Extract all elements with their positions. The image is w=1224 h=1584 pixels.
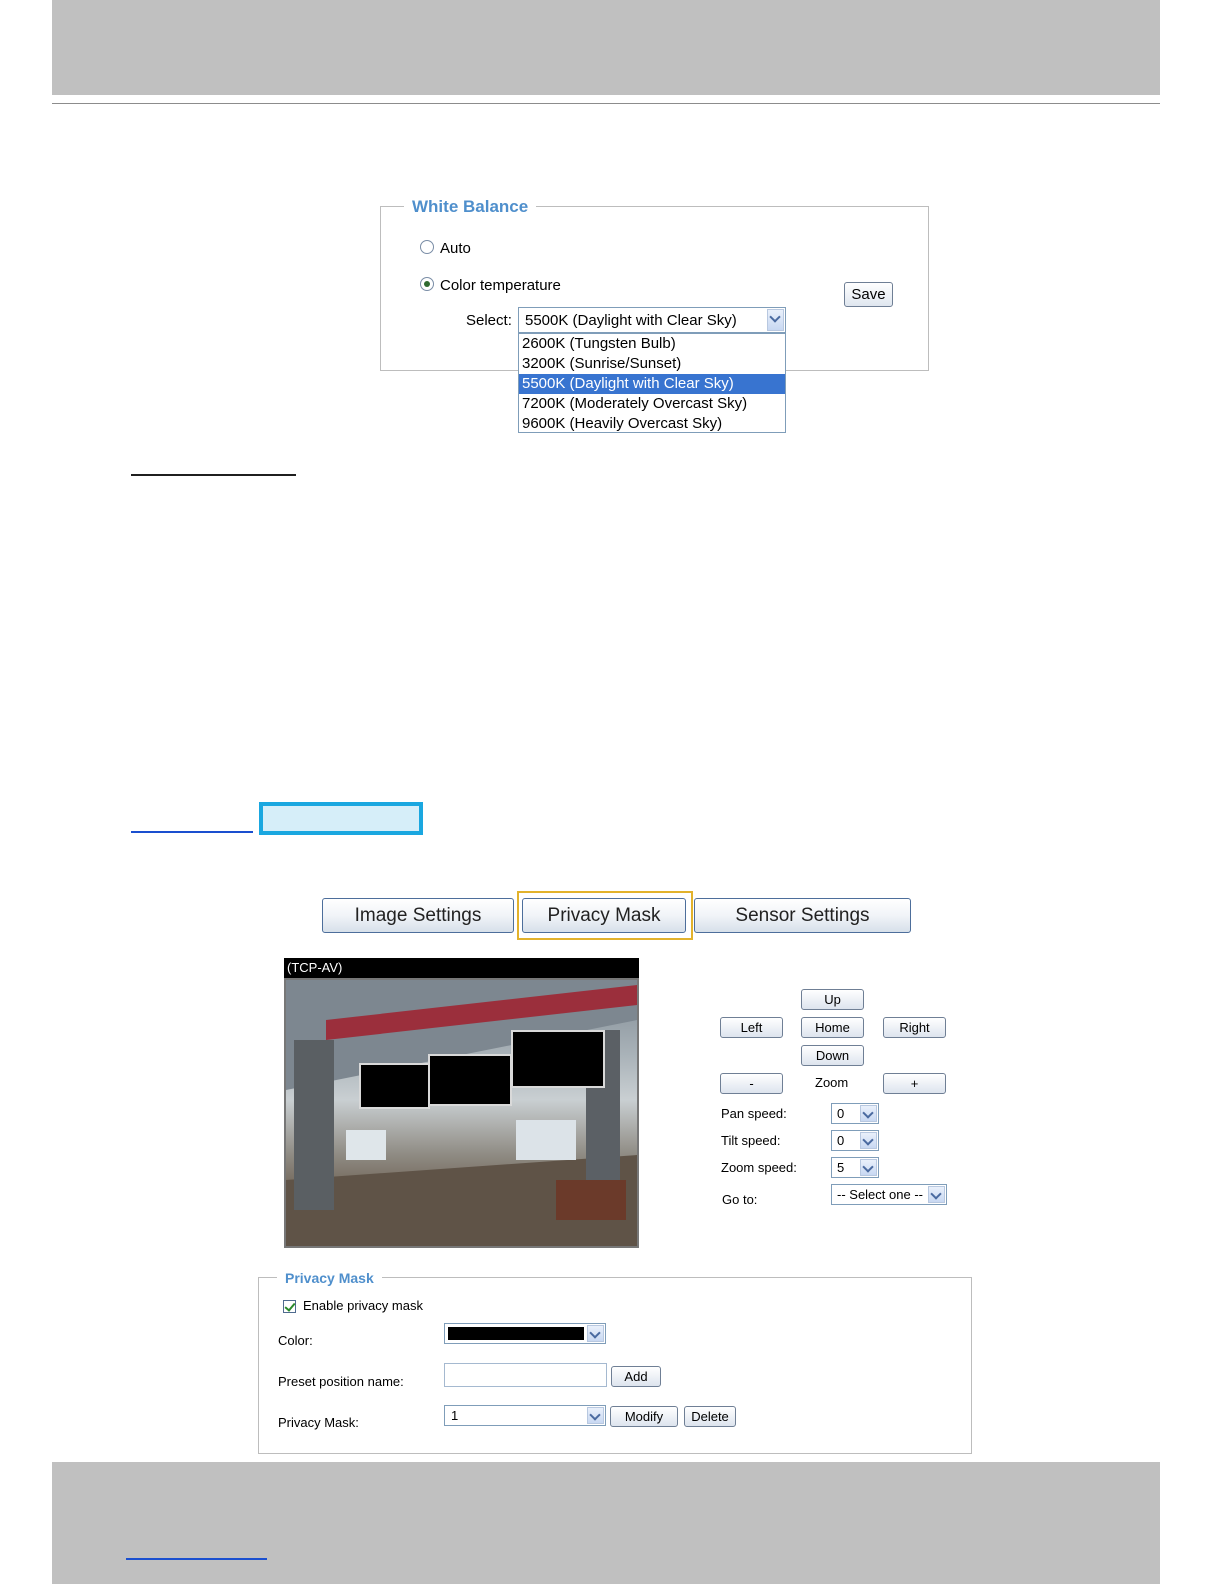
privacy-mask-region[interactable] — [511, 1030, 605, 1088]
page-footer-bar — [52, 1462, 1160, 1584]
goto-label: Go to: — [722, 1192, 758, 1207]
chevron-down-icon[interactable] — [928, 1186, 945, 1203]
privacy-mask-region[interactable] — [428, 1054, 512, 1106]
tilt-speed-label: Tilt speed: — [721, 1133, 781, 1148]
mask-color-swatch — [448, 1327, 584, 1340]
color-temperature-options: 2600K (Tungsten Bulb) 3200K (Sunrise/Suns… — [518, 333, 786, 433]
mask-color-select[interactable] — [444, 1323, 606, 1344]
tilt-speed-select[interactable]: 0 — [831, 1130, 879, 1151]
privacy-mask-region[interactable] — [359, 1063, 430, 1109]
chevron-down-icon[interactable] — [587, 1407, 604, 1424]
preset-position-input[interactable] — [444, 1363, 607, 1387]
window-left — [346, 1130, 386, 1160]
color-temperature-label: Color temperature — [440, 277, 561, 294]
zoom-speed-value: 5 — [837, 1160, 845, 1175]
color-temperature-option[interactable]: 9600K (Heavily Overcast Sky) — [519, 414, 785, 434]
privacy-mask-select[interactable]: 1 — [444, 1405, 606, 1426]
pan-speed-label: Pan speed: — [721, 1106, 787, 1121]
blue-underline-decoration — [131, 831, 253, 833]
header-divider — [52, 103, 1160, 104]
ptz-down-button[interactable]: Down — [801, 1045, 864, 1066]
zoom-in-button[interactable]: + — [883, 1073, 946, 1094]
color-temperature-radio[interactable] — [420, 277, 434, 291]
delete-button[interactable]: Delete — [684, 1406, 736, 1427]
color-temperature-select[interactable]: 5500K (Daylight with Clear Sky) — [518, 307, 786, 333]
goto-select[interactable]: -- Select one -- — [831, 1184, 947, 1205]
chevron-down-icon[interactable] — [767, 309, 784, 331]
select-label: Select: — [466, 312, 512, 329]
modify-button[interactable]: Modify — [610, 1406, 678, 1427]
chevron-down-icon[interactable] — [587, 1325, 604, 1342]
privacy-mask-select-label: Privacy Mask: — [278, 1415, 359, 1430]
white-balance-legend: White Balance — [404, 197, 537, 217]
chevron-down-icon[interactable] — [860, 1132, 877, 1149]
left-pillar — [294, 1040, 334, 1210]
video-view[interactable] — [284, 978, 639, 1248]
ptz-right-button[interactable]: Right — [883, 1017, 946, 1038]
chevron-down-icon[interactable] — [860, 1159, 877, 1176]
radio-selected-dot — [424, 281, 430, 287]
preset-position-label: Preset position name: — [278, 1374, 404, 1389]
color-temperature-option[interactable]: 2600K (Tungsten Bulb) — [519, 334, 785, 354]
window-right — [516, 1120, 576, 1160]
auto-radio[interactable] — [420, 240, 434, 254]
video-title-bar: (TCP-AV) — [284, 958, 639, 978]
save-button[interactable]: Save — [844, 282, 893, 307]
enable-privacy-mask-label: Enable privacy mask — [303, 1298, 423, 1313]
stacked-material — [556, 1180, 626, 1220]
color-temperature-option[interactable]: 5500K (Daylight with Clear Sky) — [519, 374, 785, 394]
privacy-mask-legend: Privacy Mask — [277, 1270, 382, 1286]
zoom-out-button[interactable]: - — [720, 1073, 783, 1094]
tab-image-settings[interactable]: Image Settings — [322, 898, 514, 933]
privacy-mask-select-value: 1 — [451, 1408, 459, 1423]
tilt-speed-value: 0 — [837, 1133, 845, 1148]
ptz-home-button[interactable]: Home — [801, 1017, 864, 1038]
color-label: Color: — [278, 1333, 313, 1348]
zoom-speed-label: Zoom speed: — [721, 1160, 797, 1175]
footer-link-underline — [126, 1558, 267, 1560]
color-temperature-select-value: 5500K (Daylight with Clear Sky) — [525, 312, 737, 329]
color-temperature-option[interactable]: 3200K (Sunrise/Sunset) — [519, 354, 785, 374]
ptz-left-button[interactable]: Left — [720, 1017, 783, 1038]
page-header-bar — [52, 0, 1160, 95]
tab-privacy-mask[interactable]: Privacy Mask — [522, 898, 686, 933]
tab-sensor-settings[interactable]: Sensor Settings — [694, 898, 911, 933]
chevron-down-icon[interactable] — [860, 1105, 877, 1122]
highlight-callout-box — [259, 802, 423, 835]
goto-value: -- Select one -- — [837, 1187, 923, 1202]
auto-label: Auto — [440, 240, 471, 257]
underline-decoration — [131, 474, 296, 476]
pan-speed-select[interactable]: 0 — [831, 1103, 879, 1124]
zoom-speed-select[interactable]: 5 — [831, 1157, 879, 1178]
enable-privacy-mask-checkbox[interactable] — [283, 1300, 296, 1313]
color-temperature-option[interactable]: 7200K (Moderately Overcast Sky) — [519, 394, 785, 414]
pan-speed-value: 0 — [837, 1106, 845, 1121]
ptz-up-button[interactable]: Up — [801, 989, 864, 1010]
add-button[interactable]: Add — [611, 1366, 661, 1387]
zoom-label: Zoom — [815, 1075, 849, 1090]
warehouse-scene — [286, 980, 637, 1246]
